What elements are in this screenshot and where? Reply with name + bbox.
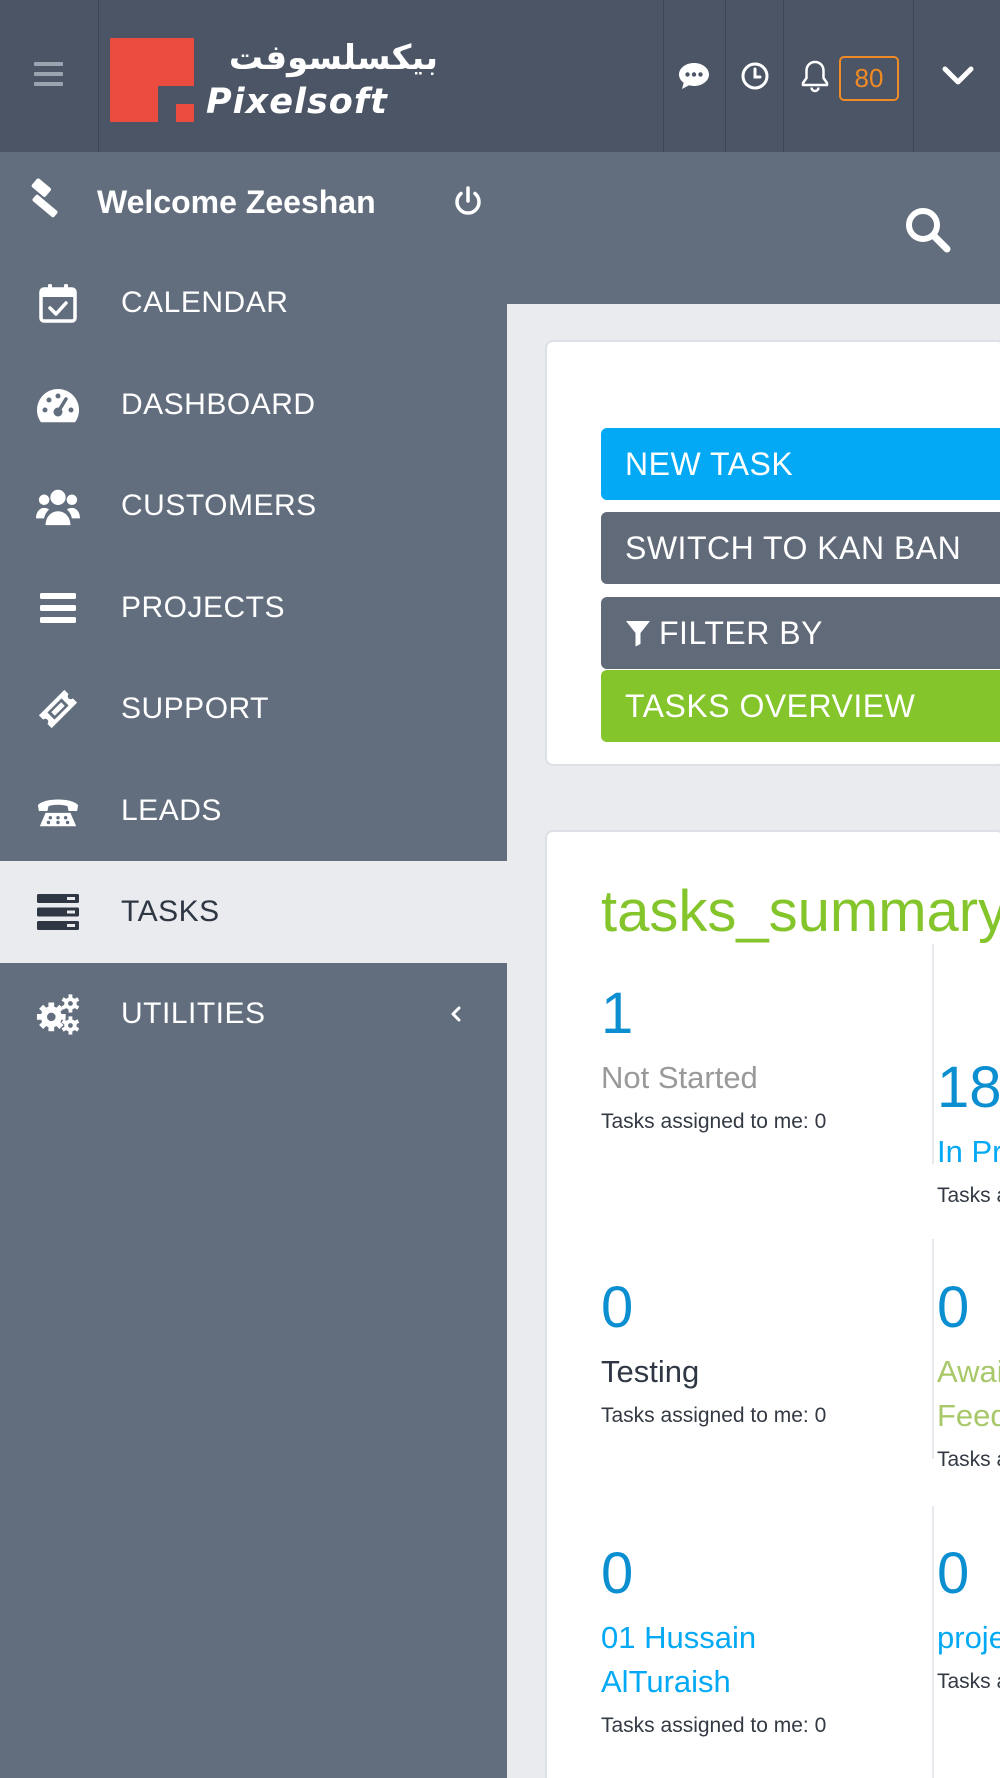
actions-panel: NEW TASK SWITCH TO KAN BAN FILTER BY TAS… [545,340,1000,766]
header-divider [98,0,99,152]
ticket-icon [36,688,80,730]
new-task-button[interactable]: NEW TASK [601,428,1000,500]
chevron-down-icon[interactable] [940,60,976,92]
stat-assigned: Tasks assigned to me: 0 [601,1404,827,1427]
stat-name-line1: Awai [937,1354,1000,1389]
sidebar-item-support[interactable]: SUPPORT [0,658,507,760]
tasks-summary-title: tasks_summary [601,879,1000,944]
welcome-bar: Welcome Zeeshan [0,152,507,252]
sidebar-item-calendar[interactable]: CALENDAR [0,252,507,354]
tasks-overview-button[interactable]: TASKS OVERVIEW [601,670,1000,742]
bell-icon[interactable] [797,58,833,94]
main-content: NEW TASK SWITCH TO KAN BAN FILTER BY TAS… [507,304,1000,1778]
menu-icon[interactable] [34,62,63,86]
new-task-label: NEW TASK [625,445,794,482]
stat-name-line2: AlTuraish [601,1664,731,1699]
sidebar-item-label: DASHBOARD [121,387,316,421]
sidebar-item-label: SUPPORT [121,692,269,725]
logo-mark [110,38,194,122]
stat-name: Testing [601,1354,700,1389]
stat-name: Awai Feedl [937,1350,1000,1438]
sidebar-item-tasks[interactable]: TASKS [0,861,507,963]
stat-assigned: Tasks assigned to me: 0 [601,1110,827,1133]
logo-arabic-text: بيكسلسوفت [228,38,438,78]
tasks-summary-panel: tasks_summary 1 Not Started Tasks assign… [545,830,1000,1778]
filter-by-button[interactable]: FILTER BY [601,597,1000,669]
stat-count: 1 [601,981,634,1046]
users-icon [36,485,80,527]
stat-assigned: Tasks a [937,1184,1000,1207]
header-divider [663,0,664,152]
stat-count: 0 [937,1541,970,1606]
sidebar: Welcome Zeeshan CALENDAR DASHBOARD CUSTO… [0,152,507,1778]
pixelsoft-logo[interactable]: بيكسلسوفت Pixelsoft [110,38,438,122]
welcome-text: Welcome Zeeshan [97,184,376,220]
chat-icon[interactable] [676,58,712,94]
app-header: بيكسلسوفت Pixelsoft 80 [0,0,1000,152]
cogs-icon [36,993,80,1035]
sidebar-nav: CALENDAR DASHBOARD CUSTOMERS PROJECTS SU… [0,252,507,1064]
header-divider [913,0,914,152]
stat-name: In Pro [937,1134,1000,1169]
sidebar-item-label: CALENDAR [121,286,289,319]
logout-power-icon[interactable] [450,184,486,220]
sidebar-item-dashboard[interactable]: DASHBOARD [0,354,507,456]
stat-name-line1: 01 Hussain [601,1620,757,1655]
header-divider [725,0,726,152]
search-icon[interactable] [902,204,954,256]
notification-count-badge[interactable]: 80 [839,56,899,101]
stat-count: 0 [937,1275,970,1340]
stat-count: 18 [937,1055,1000,1120]
content-topbar [507,152,1000,304]
column-divider [932,1506,934,1778]
stat-assigned: Tasks a [937,1670,1000,1693]
stat-name-line2: Feedl [937,1398,1000,1433]
sidebar-item-label: UTILITIES [121,996,266,1030]
stat-name: 01 Hussain AlTuraish [601,1616,901,1704]
stat-project[interactable]: 0 proje Tasks a [937,1542,1000,1696]
stat-name: proje [937,1620,1000,1655]
column-divider [932,944,934,1164]
chevron-left-icon[interactable] [446,999,464,1029]
bars-icon [36,587,80,629]
sidebar-item-utilities[interactable]: UTILITIES [0,963,507,1065]
sidebar-item-leads[interactable]: LEADS [0,760,507,862]
stat-testing[interactable]: 0 Testing Tasks assigned to me: 0 [601,1276,901,1430]
sidebar-item-customers[interactable]: CUSTOMERS [0,455,507,557]
column-divider [932,1239,934,1459]
stat-assigned: Tasks assigned to me: 0 [601,1714,827,1737]
sidebar-item-label: LEADS [121,793,222,827]
switch-kanban-label: SWITCH TO KAN BAN [625,529,962,566]
gauge-icon [36,384,80,426]
sidebar-item-projects[interactable]: PROJECTS [0,557,507,659]
stat-count: 0 [601,1275,634,1340]
stat-hussain-alturaish[interactable]: 0 01 Hussain AlTuraish Tasks assigned to … [601,1542,901,1740]
logo-latin-text: Pixelsoft [206,82,388,122]
tasks-overview-label: TASKS OVERVIEW [625,687,916,724]
stat-assigned: Tasks a [937,1448,1000,1471]
sidebar-item-label: TASKS [121,895,220,928]
stat-count: 0 [601,1541,634,1606]
calendar-check-icon [36,282,80,324]
filter-icon [626,621,650,647]
tasks-icon [36,891,80,933]
clock-icon[interactable] [737,58,773,94]
stat-awaiting-feedback[interactable]: 0 Awai Feedl Tasks a [937,1276,1000,1474]
sidebar-item-label: PROJECTS [121,590,286,624]
stat-not-started[interactable]: 1 Not Started Tasks assigned to me: 0 [601,982,901,1136]
stat-name: Not Started [601,1060,758,1095]
sidebar-item-label: CUSTOMERS [121,489,317,522]
switch-to-kanban-button[interactable]: SWITCH TO KAN BAN [601,512,1000,584]
filter-by-label: FILTER BY [659,614,823,651]
header-divider [783,0,784,152]
stat-in-progress[interactable]: 18 In Pro Tasks a [937,1056,1000,1210]
gavel-icon [26,178,68,220]
phone-icon [36,790,80,832]
